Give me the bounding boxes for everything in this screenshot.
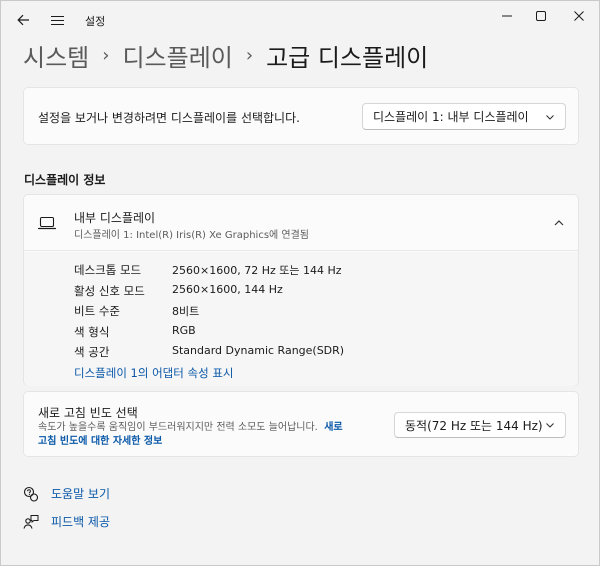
refresh-rate-dropdown[interactable]: 동적(72 Hz 또는 144 Hz) bbox=[394, 412, 566, 438]
adapter-properties-link[interactable]: 디스플레이 1의 어댑터 속성 표시 bbox=[74, 365, 233, 381]
maximize-icon[interactable] bbox=[529, 6, 553, 26]
info-value: 8비트 bbox=[172, 305, 200, 318]
display-info-header[interactable]: 내부 디스플레이 디스플레이 1: Intel(R) Iris(R) Xe Gr… bbox=[24, 195, 578, 251]
display-select-dropdown[interactable]: 디스플레이 1: 내부 디스플레이 bbox=[362, 103, 566, 130]
settings-window: 설정 시스템 › 디스플레이 › 고급 디스플레이 설정을 보거나 변경하려면 … bbox=[0, 0, 600, 566]
info-value: RGB bbox=[172, 324, 196, 337]
chevron-down-icon bbox=[546, 423, 554, 428]
info-value: 2560×1600, 144 Hz bbox=[172, 283, 283, 296]
give-feedback-link[interactable]: 피드백 제공 bbox=[23, 513, 110, 530]
help-icon bbox=[23, 486, 39, 502]
refresh-rate-value: 동적(72 Hz 또는 144 Hz) bbox=[405, 418, 543, 433]
back-arrow-icon[interactable] bbox=[13, 10, 33, 30]
title-bar: 설정 bbox=[1, 1, 599, 39]
info-value: 2560×1600, 72 Hz 또는 144 Hz bbox=[172, 264, 342, 277]
window-title: 설정 bbox=[85, 15, 106, 28]
display-select-value: 디스플레이 1: 내부 디스플레이 bbox=[373, 110, 529, 124]
refresh-rate-desc-text: 속도가 높을수록 움직임이 부드러워지지만 전력 소모도 늘어납니다. bbox=[38, 422, 318, 433]
hamburger-menu-icon[interactable] bbox=[47, 10, 67, 30]
display-connection: 디스플레이 1: Intel(R) Iris(R) Xe Graphics에 연… bbox=[74, 230, 310, 241]
breadcrumb-separator: › bbox=[245, 44, 254, 66]
close-icon[interactable] bbox=[567, 6, 591, 26]
breadcrumb-system[interactable]: 시스템 bbox=[23, 38, 89, 73]
breadcrumb-separator: › bbox=[102, 44, 110, 66]
display-select-card: 설정을 보거나 변경하려면 디스플레이를 선택합니다. 디스플레이 1: 내부 … bbox=[23, 87, 579, 145]
info-key: 색 형식 bbox=[74, 325, 110, 339]
refresh-rate-title: 새로 고침 빈도 선택 bbox=[38, 406, 138, 420]
chevron-up-icon[interactable] bbox=[552, 217, 566, 229]
info-key: 색 공간 bbox=[74, 345, 110, 359]
info-key: 활성 신호 모드 bbox=[74, 284, 145, 298]
info-value: Standard Dynamic Range(SDR) bbox=[172, 344, 345, 357]
display-select-label: 설정을 보거나 변경하려면 디스플레이를 선택합니다. bbox=[38, 111, 300, 125]
refresh-rate-info-link[interactable]: 고침 빈도에 대한 자세한 정보 bbox=[38, 436, 162, 447]
refresh-rate-card: 새로 고침 빈도 선택 속도가 높을수록 움직임이 부드러워지지만 전력 소모도… bbox=[23, 391, 579, 457]
laptop-icon bbox=[38, 216, 56, 230]
display-info-card: 내부 디스플레이 디스플레이 1: Intel(R) Iris(R) Xe Gr… bbox=[23, 194, 579, 386]
refresh-rate-info-link[interactable]: 새로 bbox=[324, 422, 342, 433]
minimize-icon[interactable] bbox=[495, 6, 519, 26]
breadcrumb: 시스템 › 디스플레이 › 고급 디스플레이 bbox=[23, 37, 428, 73]
get-help-link[interactable]: 도움말 보기 bbox=[23, 485, 110, 502]
display-info-details: 데스크톱 모드 2560×1600, 72 Hz 또는 144 Hz 활성 신호… bbox=[24, 252, 578, 386]
info-key: 데스크톱 모드 bbox=[74, 263, 142, 277]
give-feedback-label: 피드백 제공 bbox=[51, 515, 111, 529]
get-help-label: 도움말 보기 bbox=[51, 487, 111, 501]
display-name: 내부 디스플레이 bbox=[74, 211, 156, 225]
page-title: 고급 디스플레이 bbox=[266, 43, 429, 72]
refresh-rate-description: 속도가 높을수록 움직임이 부드러워지지만 전력 소모도 늘어납니다. 새로 고… bbox=[38, 421, 378, 449]
feedback-icon bbox=[23, 514, 39, 530]
info-key: 비트 수준 bbox=[74, 304, 120, 318]
chevron-down-icon bbox=[546, 114, 554, 120]
display-info-heading: 디스플레이 정보 bbox=[24, 173, 106, 187]
breadcrumb-display[interactable]: 디스플레이 bbox=[122, 38, 232, 73]
